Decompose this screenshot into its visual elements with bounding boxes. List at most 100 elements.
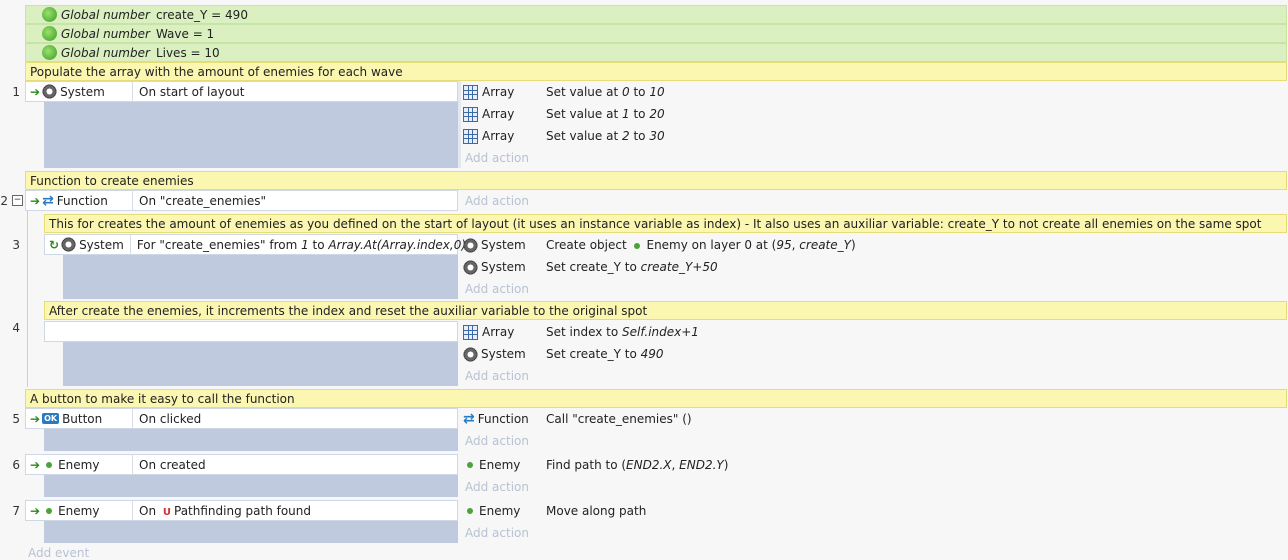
action-part: ) [723,458,729,472]
comment-text: Populate the array with the amount of en… [30,64,403,79]
add-action-link[interactable]: Add action [461,430,1287,452]
action-row[interactable]: System Set create_Y to 490 [461,343,1287,365]
comment[interactable]: Populate the array with the amount of en… [25,62,1287,81]
condition-object: Enemy [58,503,100,518]
add-action-link[interactable]: Add action [461,365,1287,387]
comment[interactable]: After create the enemies, it increments … [44,301,1287,320]
global-var-kind: Global number [61,7,150,22]
condition-text: On "create_enemies" [139,193,267,208]
condition-text: On clicked [139,411,202,426]
action-object: Array [482,129,515,143]
comment[interactable]: This for creates the amount of enemies a… [44,214,1287,233]
event-5-condition[interactable]: ➔ OK Button On clicked [25,408,458,429]
action-object: Enemy [479,458,521,472]
event-2-condition[interactable]: ➔ ⇄ Function On "create_enemies" [25,190,458,211]
action-object: Enemy [479,504,521,518]
global-var-create-y[interactable]: Global number create_Y = 490 [25,5,1287,24]
condition-part: For "create_enemies" from [136,237,302,252]
globe-icon [42,45,57,60]
trigger-arrow-icon: ➔ [30,193,41,208]
event-3-padding [63,255,458,299]
action-part: Set create_Y to [546,347,641,361]
action-row[interactable]: ⇄ Function Call "create_enemies" () [461,408,1287,430]
event-6-padding [44,475,458,497]
globe-icon [42,7,57,22]
event-1-condition[interactable]: ➔ System On start of layout [25,81,458,102]
add-action-link[interactable]: Add action [461,476,1287,498]
action-part: Set value at [546,107,622,121]
add-action-link[interactable]: Add action [461,522,1287,544]
global-var-text: create_Y = 490 [155,7,248,22]
event-7-padding [44,521,458,543]
globe-icon [42,26,57,41]
comment[interactable]: Function to create enemies [25,171,1287,190]
trigger-arrow-icon: ➔ [30,503,41,518]
event-3-condition[interactable]: ↻ System For "create_enemies" from 1 to … [44,234,466,255]
global-var-kind: Global number [61,26,150,41]
action-text: Set value at 0 to 10 [538,85,665,99]
global-var-lives[interactable]: Global number Lives = 10 [25,43,1287,62]
condition-object: Function [56,193,108,208]
action-part: Create object [546,238,631,252]
action-row[interactable]: Array Set value at 0 to 10 [461,81,1287,103]
action-part: Find path to ( [546,458,627,472]
action-part: , [671,458,680,472]
action-row[interactable]: System Create object Enemy on layer 0 at… [461,234,1287,256]
comment-text: After create the enemies, it increments … [49,303,648,318]
system-gear-icon [42,84,58,99]
action-param: 30 [649,129,665,143]
system-gear-icon [463,346,478,362]
condition-part: to [308,237,329,252]
action-row[interactable]: System Set create_Y to create_Y+50 [461,256,1287,278]
action-row[interactable]: Array Set value at 1 to 20 [461,103,1287,125]
function-icon: ⇄ [463,411,475,427]
array-icon [463,84,478,100]
action-object: Function [477,412,529,426]
action-text: Find path to (END2.X, END2.Y) [538,458,728,472]
enemy-dot-icon [467,508,473,514]
enemy-dot-icon [634,243,641,249]
condition-text: On U Pathfinding path found [133,504,311,518]
action-row[interactable]: Array Set value at 2 to 30 [461,125,1287,147]
event-7-condition[interactable]: ➔ Enemy On U Pathfinding path found [25,500,458,521]
event-number: 4 [12,321,20,335]
add-action-link[interactable]: Add action [461,190,1287,212]
condition-param: 1 [301,237,309,252]
global-var-wave[interactable]: Global number Wave = 1 [25,24,1287,43]
event-4-condition[interactable] [44,321,458,342]
action-object: Array [482,325,515,339]
action-param: 490 [640,347,664,361]
event-number: 6 [12,458,20,472]
action-part: to [629,129,650,143]
system-gear-icon [463,259,478,275]
add-action-link[interactable]: Add action [461,278,1287,300]
action-row[interactable]: Enemy Find path to (END2.X, END2.Y) [461,454,1287,476]
action-text: Create object Enemy on layer 0 at (95, c… [538,238,856,252]
event-number: 5 [12,412,20,426]
action-object: Array [482,107,515,121]
action-object: System [481,260,526,274]
action-text: Set value at 1 to 20 [538,107,665,121]
global-var-text: Wave = 1 [155,26,215,41]
action-part: to [629,107,650,121]
add-action-link[interactable]: Add action [461,147,1287,169]
global-var-text: Lives = 10 [155,45,220,60]
comment[interactable]: A button to make it easy to call the fun… [25,389,1287,408]
action-param: 95 [776,238,792,252]
action-part: Set create_Y to [546,260,641,274]
add-event-link[interactable]: Add event [28,546,89,560]
comment-text: Function to create enemies [30,173,194,188]
action-row[interactable]: Array Set index to Self.index+1 [461,321,1287,343]
button-ok-icon: OK [42,413,60,424]
action-row[interactable]: Enemy Move along path [461,500,1287,522]
condition-text: On start of layout [139,84,245,99]
condition-part: On [139,503,160,518]
condition-param: Array.At(Array.index,0) [328,237,467,252]
action-param: create_Y+50 [640,260,718,274]
array-icon [463,106,478,122]
pathfinding-icon: U [162,506,171,518]
event-number: 1 [12,85,20,99]
event-6-condition[interactable]: ➔ Enemy On created [25,454,458,475]
collapse-toggle-icon[interactable]: − [12,195,23,206]
action-object: System [481,347,526,361]
